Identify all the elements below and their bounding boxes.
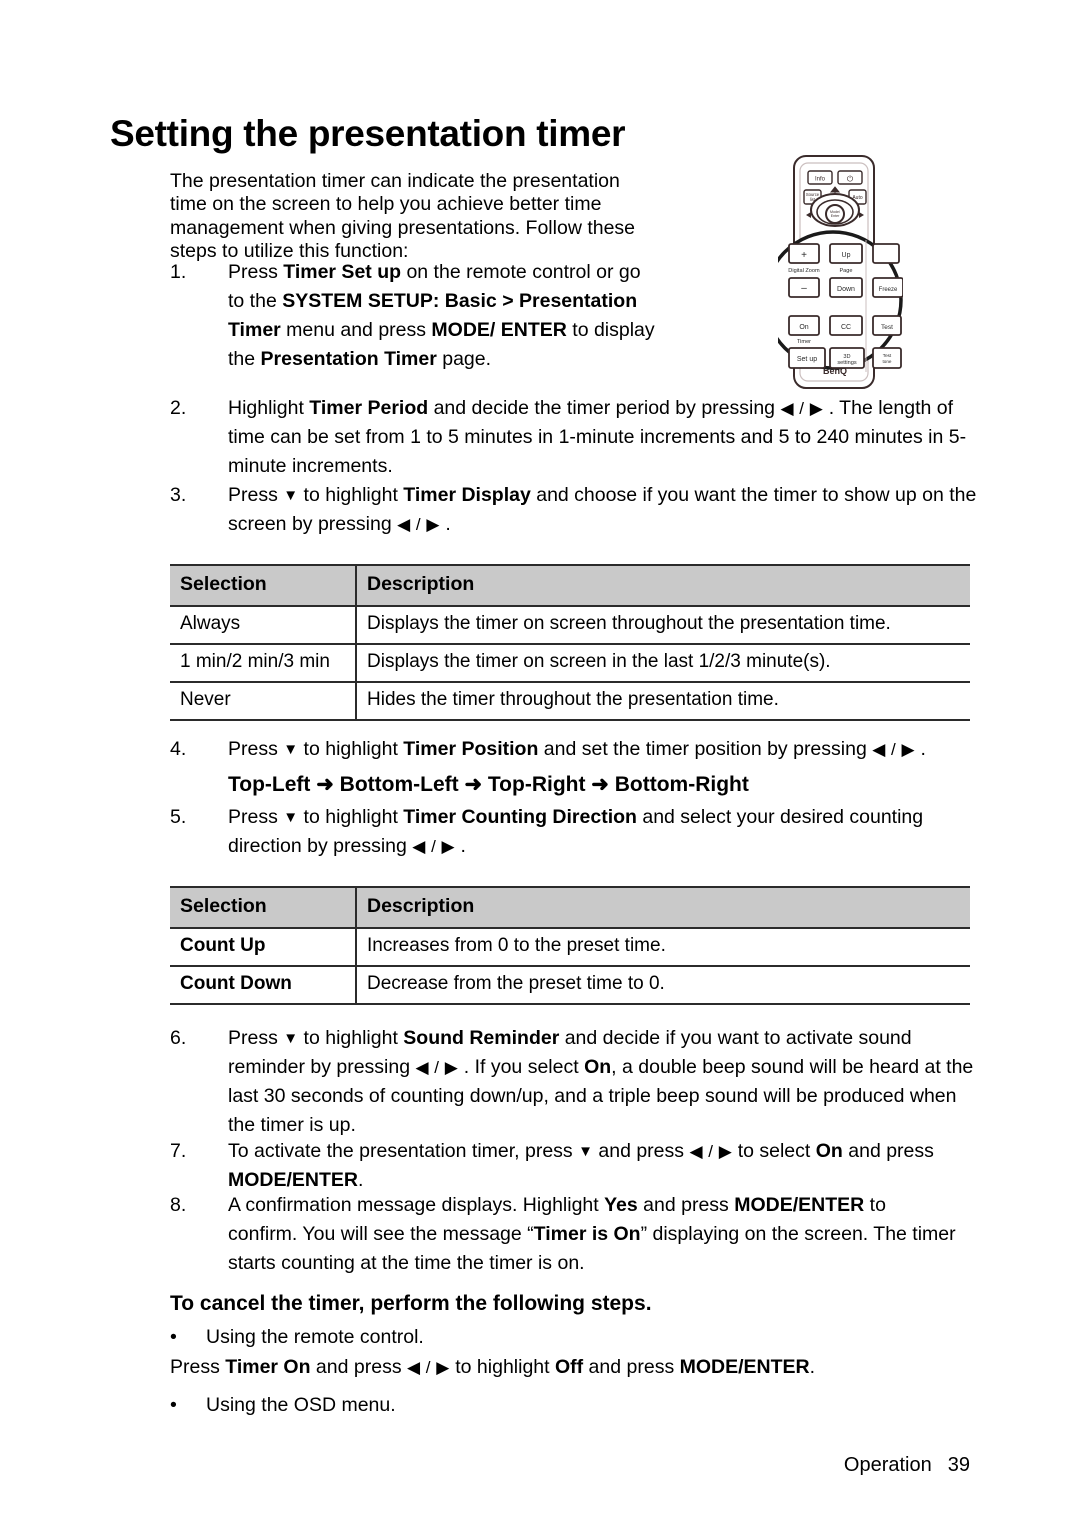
- page-title: Setting the presentation timer: [110, 112, 626, 154]
- left-right-arrow-glyph: ◀ / ▶: [412, 837, 456, 856]
- svg-text:⏻: ⏻: [847, 175, 854, 184]
- cancel-remote-instruction: Press Timer On and press ◀ / ▶ to highli…: [170, 1356, 816, 1378]
- step-4: 4. Press ▼ to highlight Timer Position a…: [170, 735, 980, 764]
- down-arrow-glyph: ▼: [283, 1030, 299, 1047]
- cell-description: Increases from 0 to the preset time.: [356, 928, 970, 967]
- bullet-icon: •: [170, 1326, 177, 1348]
- cell-selection: 1 min/2 min/3 min: [170, 644, 357, 683]
- intro-paragraph: The presentation timer can indicate the …: [170, 169, 636, 263]
- svg-text:Set up: Set up: [797, 356, 817, 363]
- svg-text:Info: Info: [815, 177, 826, 183]
- table-row: Count Down Decrease from the preset time…: [170, 966, 970, 1005]
- step-3-text: Press ▼ to highlight Timer Display and c…: [228, 484, 977, 535]
- cell-description: Displays the timer on screen in the last…: [356, 644, 970, 683]
- svg-text:Page: Page: [839, 268, 852, 274]
- cancel-bullet-remote: • Using the remote control.: [170, 1326, 770, 1349]
- svg-text:On: On: [799, 324, 808, 331]
- step-5: 5. Press ▼ to highlight Timer Counting D…: [170, 803, 980, 861]
- column-header-description: Description: [356, 564, 970, 607]
- left-right-arrow-glyph: ◀ / ▶: [397, 515, 440, 534]
- svg-text:tone: tone: [883, 359, 892, 364]
- step-7-text: To activate the presentation timer, pres…: [228, 1140, 934, 1191]
- svg-text:Enter: Enter: [831, 214, 840, 218]
- cell-description: Decrease from the preset time to 0.: [356, 966, 970, 1005]
- step-2-text: Highlight Timer Period and decide the ti…: [228, 397, 967, 477]
- left-right-arrow-glyph: ◀ / ▶: [407, 1358, 450, 1377]
- step-6: 6. Press ▼ to highlight Sound Reminder a…: [170, 1024, 980, 1140]
- svg-text:Test: Test: [883, 353, 892, 358]
- left-right-arrow-glyph: ◀ / ▶: [415, 1058, 459, 1077]
- step-6-text: Press ▼ to highlight Sound Reminder and …: [228, 1027, 974, 1136]
- cell-description: Displays the timer on screen throughout …: [356, 606, 970, 645]
- table-row: 1 min/2 min/3 min Displays the timer on …: [170, 644, 970, 683]
- svg-text:Test: Test: [881, 324, 893, 331]
- table-row: Count Up Increases from 0 to the preset …: [170, 928, 970, 967]
- cancel-timer-heading: To cancel the timer, perform the followi…: [170, 1292, 652, 1315]
- cancel-bullet-remote-label: Using the remote control.: [206, 1326, 424, 1348]
- left-right-arrow-glyph: ◀ / ▶: [689, 1142, 733, 1161]
- remote-control-illustration: Info ⏻ Source list Auto Mode/ Enter BenQ: [778, 152, 903, 397]
- step-3-number: 3.: [170, 484, 187, 506]
- down-arrow-glyph: ▼: [283, 487, 299, 504]
- svg-text:Down: Down: [837, 286, 855, 293]
- cancel-bullet-osd-label: Using the OSD menu.: [206, 1394, 396, 1416]
- step-4-text: Press ▼ to highlight Timer Position and …: [228, 738, 926, 760]
- step-8-number: 8.: [170, 1194, 187, 1216]
- column-header-description: Description: [356, 886, 970, 929]
- footer-section: Operation: [843, 1454, 932, 1476]
- counting-direction-table: Selection Description Count Up Increases…: [170, 886, 970, 1005]
- page-footer: Operation 39: [844, 1454, 970, 1477]
- step-5-text: Press ▼ to highlight Timer Counting Dire…: [228, 806, 924, 857]
- cell-selection: Count Up: [170, 928, 357, 967]
- footer-page-number: 39: [947, 1454, 970, 1476]
- step-4-number: 4.: [170, 738, 187, 760]
- svg-text:CC: CC: [841, 324, 851, 331]
- table-header-row: Selection Description: [170, 886, 970, 929]
- down-arrow-glyph: ▼: [578, 1143, 593, 1160]
- svg-text:Digital Zoom: Digital Zoom: [788, 268, 820, 274]
- down-arrow-glyph: ▼: [283, 809, 299, 826]
- left-right-arrow-glyph: ◀ / ▶: [780, 399, 824, 418]
- step-7-number: 7.: [170, 1140, 187, 1162]
- timer-position-sequence: Top-Left ➜ Bottom-Left ➜ Top-Right ➜ Bot…: [228, 773, 749, 796]
- step-1: 1. Press Timer Set up on the remote cont…: [170, 258, 660, 374]
- step-8-text: A confirmation message displays. Highlig…: [228, 1194, 956, 1274]
- cell-selection: Count Down: [170, 966, 357, 1005]
- down-arrow-glyph: ▼: [283, 741, 299, 758]
- step-1-text: Press Timer Set up on the remote control…: [228, 261, 655, 370]
- table-header-row: Selection Description: [170, 564, 970, 607]
- cell-selection: Always: [170, 606, 357, 645]
- step-6-number: 6.: [170, 1027, 187, 1049]
- manual-page: Setting the presentation timer Info ⏻ So…: [0, 0, 1080, 1529]
- svg-text:Timer: Timer: [797, 339, 811, 345]
- column-header-selection: Selection: [170, 886, 357, 929]
- step-2: 2. Highlight Timer Period and decide the…: [170, 394, 970, 481]
- table-row: Never Hides the timer throughout the pre…: [170, 682, 970, 721]
- svg-text:Up: Up: [842, 252, 851, 259]
- step-5-number: 5.: [170, 806, 187, 828]
- column-header-selection: Selection: [170, 564, 357, 607]
- bullet-icon: •: [170, 1394, 177, 1416]
- step-2-number: 2.: [170, 397, 187, 419]
- step-8: 8. A confirmation message displays. High…: [170, 1191, 960, 1278]
- timer-display-table: Selection Description Always Displays th…: [170, 564, 970, 721]
- cell-selection: Never: [170, 682, 357, 721]
- step-7: 7. To activate the presentation timer, p…: [170, 1137, 980, 1195]
- step-1-number: 1.: [170, 261, 187, 283]
- table-row: Always Displays the timer on screen thro…: [170, 606, 970, 645]
- svg-text:Freeze: Freeze: [879, 287, 898, 293]
- svg-text:settings: settings: [837, 360, 856, 366]
- svg-text:–: –: [801, 283, 807, 294]
- cancel-bullet-osd: • Using the OSD menu.: [170, 1394, 770, 1417]
- svg-text:+: +: [801, 250, 807, 261]
- left-right-arrow-glyph: ◀ / ▶: [872, 740, 916, 759]
- cell-description: Hides the timer throughout the presentat…: [356, 682, 970, 721]
- step-3: 3. Press ▼ to highlight Timer Display an…: [170, 481, 980, 539]
